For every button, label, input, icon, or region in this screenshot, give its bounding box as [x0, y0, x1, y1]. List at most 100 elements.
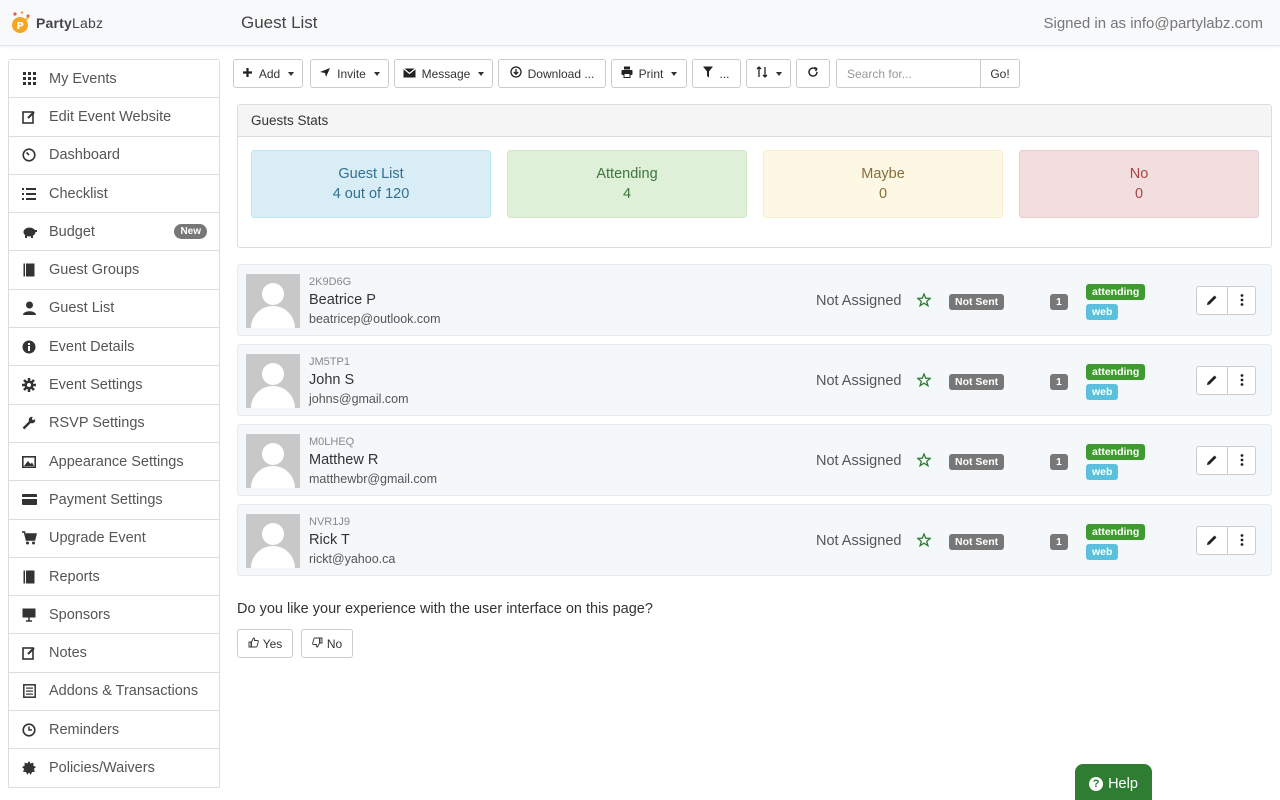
- guest-name: Rick T: [309, 532, 350, 548]
- star-icon[interactable]: [916, 372, 932, 392]
- sidebar-item-rsvp-settings[interactable]: RSVP Settings: [9, 404, 219, 443]
- sidebar-item-addons-transactions[interactable]: Addons & Transactions: [9, 672, 219, 712]
- download-circle-icon: [509, 66, 522, 81]
- thumbs-up-icon: [248, 637, 259, 651]
- send-icon: [319, 67, 331, 81]
- table-assignment: Not Assigned: [816, 453, 902, 469]
- guest-email: beatricep@outlook.com: [309, 312, 441, 326]
- more-options-button[interactable]: [1227, 366, 1256, 395]
- refresh-button[interactable]: [796, 59, 830, 88]
- avatar: [246, 274, 300, 328]
- vertical-dots-icon: [1240, 293, 1244, 309]
- guest-row[interactable]: NVR1J9 Rick T rickt@yahoo.ca Not Assigned No…: [237, 504, 1272, 576]
- caret-down-icon: [478, 71, 485, 76]
- sidebar-item-reports[interactable]: Reports: [9, 557, 219, 597]
- sidebar-item-dashboard[interactable]: Dashboard: [9, 136, 219, 175]
- download-button[interactable]: Download ...: [498, 59, 606, 88]
- table-assignment: Not Assigned: [816, 373, 902, 389]
- sidebar-item-appearance-settings[interactable]: Appearance Settings: [9, 442, 219, 482]
- message-button[interactable]: Message: [394, 59, 493, 88]
- sidebar-item-label: Addons & Transactions: [49, 683, 199, 700]
- party-size-badge: 1: [1050, 294, 1068, 310]
- sort-icon: [756, 66, 768, 81]
- add-button[interactable]: Add: [233, 59, 303, 88]
- book-icon: [21, 569, 37, 585]
- guest-row[interactable]: M0LHEQ Matthew R matthewbr@gmail.com Not As…: [237, 424, 1272, 496]
- caret-down-icon: [288, 71, 295, 76]
- rsvp-source-badge: web: [1086, 464, 1119, 480]
- vertical-dots-icon: [1240, 453, 1244, 469]
- guest-row[interactable]: 2K9D6G Beatrice P beatricep@outlook.com Not…: [237, 264, 1272, 336]
- thumbs-down-icon: [312, 637, 323, 651]
- piggy-bank-icon: [21, 224, 37, 240]
- gear-icon: [21, 377, 37, 393]
- sidebar-item-event-details[interactable]: Event Details: [9, 328, 219, 367]
- table-assignment: Not Assigned: [816, 293, 902, 309]
- feedback-no-button[interactable]: No: [301, 629, 353, 658]
- avatar: [246, 434, 300, 488]
- search-input[interactable]: [836, 59, 981, 88]
- printer-icon: [621, 66, 633, 81]
- logo-text: PartyLabz: [36, 15, 104, 31]
- feedback-yes-button[interactable]: Yes: [237, 629, 293, 658]
- more-options-button[interactable]: [1227, 446, 1256, 475]
- edit-guest-button[interactable]: [1196, 366, 1228, 395]
- sidebar-item-checklist[interactable]: Checklist: [9, 174, 219, 214]
- sidebar-item-upgrade-event[interactable]: Upgrade Event: [9, 519, 219, 558]
- star-icon[interactable]: [916, 452, 932, 472]
- sidebar-item-label: Event Details: [49, 338, 135, 355]
- guest-email: rickt@yahoo.ca: [309, 552, 396, 566]
- edit-guest-button[interactable]: [1196, 286, 1228, 315]
- logo[interactable]: P PartyLabz: [10, 10, 103, 36]
- invite-button[interactable]: Invite: [310, 59, 389, 88]
- print-label: Print: [638, 66, 664, 81]
- sidebar-item-edit-event-website[interactable]: Edit Event Website: [9, 98, 219, 137]
- sidebar-item-guest-list[interactable]: Guest List: [9, 289, 219, 329]
- star-icon[interactable]: [916, 532, 932, 552]
- sidebar-item-payment-settings[interactable]: Payment Settings: [9, 481, 219, 520]
- go-button[interactable]: Go!: [980, 59, 1020, 88]
- stat-label: Maybe: [861, 166, 905, 182]
- guest-stats-panel: Guests Stats Guest List 4 out of 120 Att…: [237, 104, 1272, 248]
- stat-guest-list: Guest List 4 out of 120: [251, 150, 491, 218]
- rsvp-status-badge: attending: [1086, 444, 1146, 460]
- more-options-button[interactable]: [1227, 526, 1256, 555]
- feedback-question: Do you like your experience with the use…: [237, 601, 653, 617]
- print-button[interactable]: Print: [611, 59, 687, 88]
- edit-guest-button[interactable]: [1196, 446, 1228, 475]
- sidebar-item-my-events[interactable]: My Events: [9, 60, 219, 99]
- top-bar: P PartyLabz Guest List Signed in as info…: [0, 0, 1280, 46]
- sidebar-item-event-settings[interactable]: Event Settings: [9, 366, 219, 405]
- invite-status-badge: Not Sent: [949, 374, 1005, 390]
- sidebar-item-budget[interactable]: Budget New: [9, 213, 219, 252]
- edit-icon: [21, 109, 37, 125]
- sidebar-item-label: RSVP Settings: [49, 415, 145, 432]
- rsvp-source-badge: web: [1086, 384, 1119, 400]
- guest-row[interactable]: JM5TP1 John S johns@gmail.com Not Assigned N…: [237, 344, 1272, 416]
- sidebar-item-reminders[interactable]: Reminders: [9, 711, 219, 750]
- more-options-button[interactable]: [1227, 286, 1256, 315]
- sidebar-item-policies-waivers[interactable]: Policies/Waivers: [9, 749, 219, 788]
- signed-in-user: Signed in as info@partylabz.com: [1043, 15, 1263, 32]
- sidebar-item-guest-groups[interactable]: Guest Groups: [9, 251, 219, 290]
- edit-guest-button[interactable]: [1196, 526, 1228, 555]
- sidebar-item-sponsors[interactable]: Sponsors: [9, 596, 219, 635]
- guest-email: johns@gmail.com: [309, 392, 409, 406]
- filter-icon: [703, 66, 714, 81]
- rsvp-source-badge: web: [1086, 544, 1119, 560]
- filter-button[interactable]: ...: [692, 59, 741, 88]
- sort-button[interactable]: [746, 59, 791, 88]
- star-icon[interactable]: [916, 292, 932, 312]
- yes-label: Yes: [262, 636, 283, 651]
- party-size-badge: 1: [1050, 374, 1068, 390]
- sidebar-item-notes[interactable]: Notes: [9, 634, 219, 673]
- pencil-icon: [1206, 453, 1218, 469]
- sidebar-item-label: Payment Settings: [49, 491, 163, 508]
- stat-value: 0: [878, 186, 888, 202]
- guest-name: Beatrice P: [309, 292, 376, 308]
- stat-no: No 0: [1019, 150, 1259, 218]
- help-button[interactable]: ? Help: [1075, 764, 1152, 800]
- pencil-icon: [1206, 373, 1218, 389]
- sidebar-item-label: Budget: [49, 223, 95, 240]
- guest-name: Matthew R: [309, 452, 379, 468]
